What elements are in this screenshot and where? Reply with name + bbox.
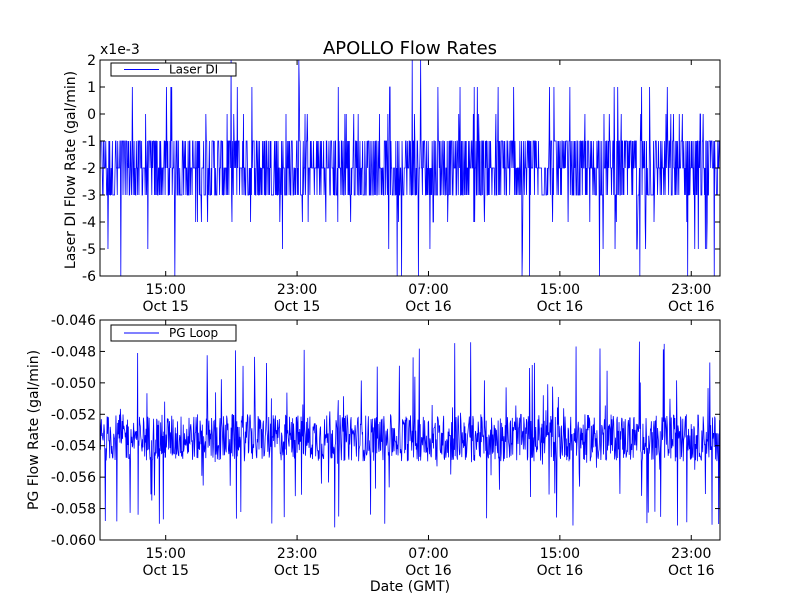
y-tick-label: -1 [82, 134, 96, 150]
x-tick-label-time: 15:00 [540, 546, 580, 562]
x-tick-label-date: Oct 15 [142, 563, 188, 579]
x-tick-label-date: Oct 16 [668, 299, 715, 315]
y-tick-label: -0.046 [51, 313, 96, 329]
y-tick-label: 1 [87, 80, 96, 96]
y-tick-label: -5 [82, 242, 96, 258]
legend: Laser DI [110, 62, 237, 77]
x-tick-label-date: Oct 16 [668, 563, 715, 579]
bottom-y-axis-label: PG Flow Rate (gal/min) [26, 350, 42, 510]
x-tick-label-time: 15:00 [146, 546, 186, 562]
y-tick-label: -0.052 [51, 407, 96, 423]
x-tick-label-date: Oct 16 [537, 299, 584, 315]
x-tick-label-time: 23:00 [671, 282, 711, 298]
y-tick-label: -0.058 [51, 502, 96, 518]
x-tick-label-time: 15:00 [540, 282, 580, 298]
flow-rates-figure: APOLLO Flow Rates x1e-3 Laser DI Flow Ra… [0, 0, 800, 600]
x-tick-label-time: 23:00 [277, 282, 317, 298]
x-tick-label-date: Oct 16 [405, 299, 452, 315]
x-tick-label-time: 23:00 [671, 546, 711, 562]
y-tick-label: -0.056 [51, 470, 96, 486]
x-tick-label-time: 15:00 [146, 282, 186, 298]
y-tick-label: -0.060 [51, 533, 96, 549]
y-tick-label: -0.048 [51, 344, 96, 360]
bottom-x-axis-label: Date (GMT) [370, 579, 450, 595]
y-tick-label: -0.054 [51, 439, 96, 455]
legend: PG Loop [110, 324, 237, 342]
top-y-axis-label: Laser DI Flow Rate (gal/min) [63, 71, 79, 269]
y-tick-label: 2 [87, 53, 96, 69]
x-tick-label-date: Oct 15 [142, 299, 188, 315]
y-tick-label: -4 [82, 215, 96, 231]
y-tick-label: -2 [82, 161, 96, 177]
x-tick-label-time: 07:00 [408, 282, 448, 298]
top-axis-offset-label: x1e-3 [100, 42, 140, 58]
y-tick-label: -6 [82, 269, 96, 285]
x-tick-label-time: 23:00 [277, 546, 317, 562]
y-tick-label: -3 [82, 188, 96, 204]
legend-label: PG Loop [169, 326, 218, 340]
x-tick-label-date: Oct 15 [274, 299, 320, 315]
x-tick-label-time: 07:00 [408, 546, 448, 562]
x-tick-label-date: Oct 15 [274, 563, 320, 579]
y-tick-label: 0 [87, 107, 96, 123]
y-tick-label: -0.050 [51, 376, 96, 392]
x-tick-label-date: Oct 16 [537, 563, 584, 579]
chart-title: APOLLO Flow Rates [323, 38, 497, 59]
x-tick-label-date: Oct 16 [405, 563, 452, 579]
legend-label: Laser DI [169, 63, 218, 77]
